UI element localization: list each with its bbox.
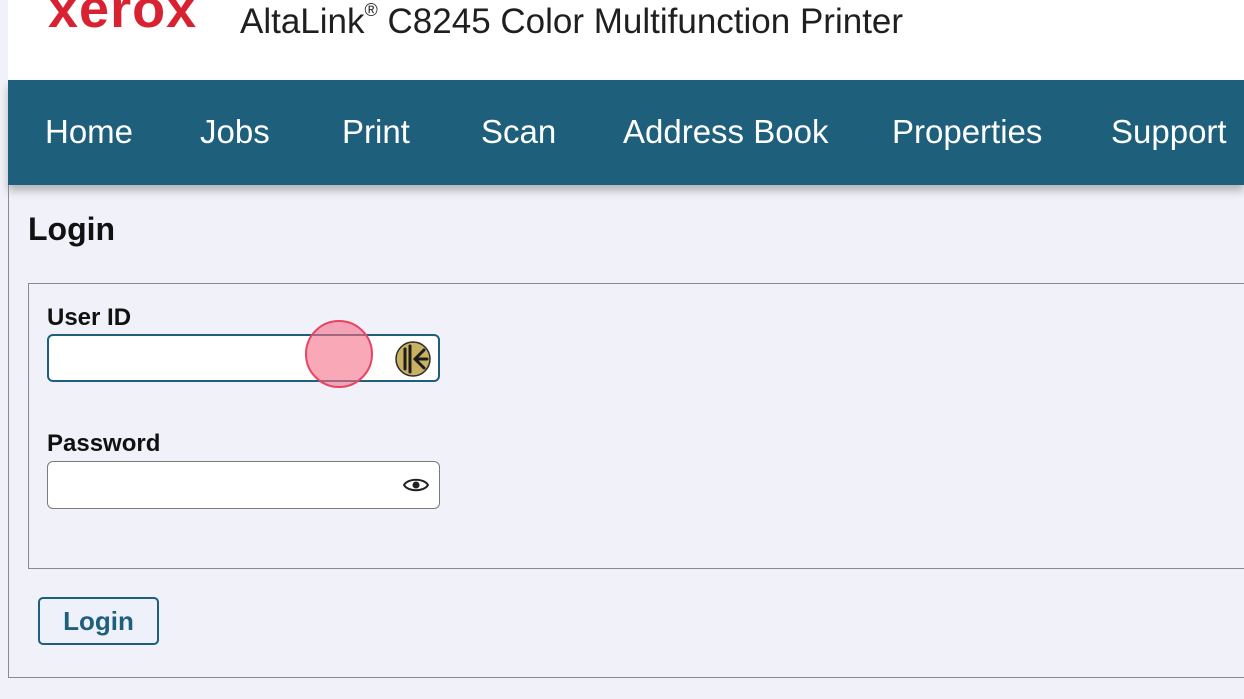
click-indicator [305,320,373,388]
main-nav: Home Jobs Print Scan Address Book Proper… [8,80,1244,185]
nav-item-scan[interactable]: Scan [481,112,556,152]
password-label: Password [47,430,161,457]
product-name: AltaLink [240,2,365,41]
password-input[interactable] [56,468,390,502]
registered-mark: ® [364,0,378,21]
page-title: Login [28,211,116,247]
login-button[interactable]: Login [38,597,159,645]
nav-item-jobs[interactable]: Jobs [200,112,270,152]
nav-item-print[interactable]: Print [342,112,410,152]
page-header: xerox AltaLink® C8245 Color Multifunctio… [8,0,1244,80]
eye-icon[interactable] [403,474,429,496]
nav-item-properties[interactable]: Properties [892,112,1042,152]
main-content: Login User ID Password Login [8,185,1244,677]
nav-item-address-book[interactable]: Address Book [623,112,828,152]
user-id-field-wrapper [47,334,440,382]
product-title: AltaLink® C8245 Color Multifunction Prin… [240,0,904,42]
keeper-password-manager-icon[interactable] [395,341,431,377]
login-form: User ID Password [28,283,1244,569]
user-id-label: User ID [47,304,132,331]
nav-item-home[interactable]: Home [45,112,133,152]
nav-item-support[interactable]: Support [1111,112,1227,152]
xerox-logo: xerox [48,0,198,39]
password-field-wrapper [47,461,440,509]
product-model: C8245 Color Multifunction Printer [387,2,904,41]
bottom-divider [8,677,1244,678]
